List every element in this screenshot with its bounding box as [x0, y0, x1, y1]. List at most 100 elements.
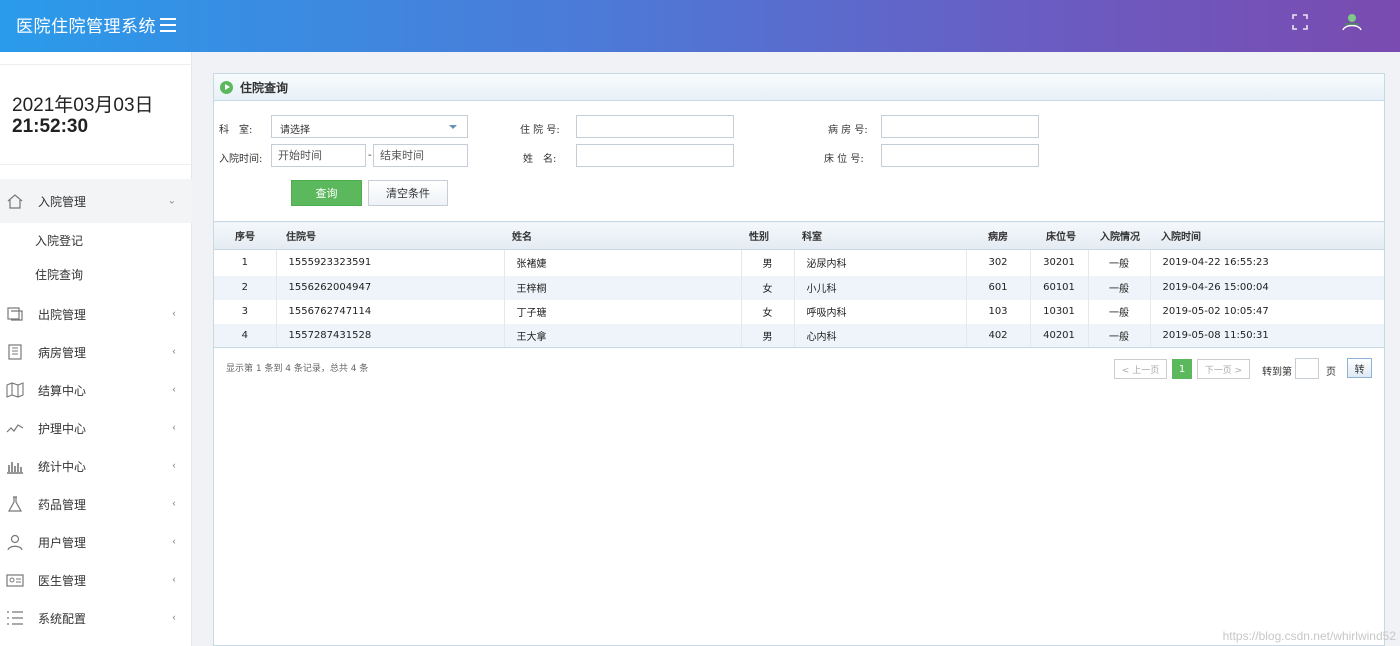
cell-condition: 一般	[1088, 299, 1151, 324]
cell-inpatient-no: 1555923323591	[276, 249, 505, 276]
cell-gender: 男	[741, 323, 795, 348]
end-time-input[interactable]	[373, 144, 468, 167]
cell-admit-time: 2019-05-08 11:50:31	[1150, 323, 1384, 348]
cell-bed: 40201	[1030, 323, 1089, 348]
sidebar-item-label: 药品管理	[38, 497, 87, 512]
sidebar-subitem-inpatient-query[interactable]: 住院查询	[0, 257, 192, 291]
fullscreen-icon[interactable]	[1292, 14, 1308, 30]
cell-inpatient-no: 1556762747114	[276, 299, 505, 324]
name-label: 姓 名:	[523, 154, 557, 165]
column-header[interactable]: 病房	[966, 221, 1030, 250]
menu-toggle-icon[interactable]	[160, 18, 176, 32]
cell-bed: 60101	[1030, 275, 1089, 300]
column-header[interactable]: 姓名	[504, 221, 741, 250]
chevron-left-icon: ‹	[172, 536, 176, 548]
cell-dept: 小儿科	[794, 275, 967, 300]
table-header-row: 序号 住院号 姓名 性别 科室 病房 床位号 入院情况 入院时间	[214, 221, 1384, 250]
column-header[interactable]: 科室	[794, 221, 966, 250]
dept-select[interactable]: 请选择	[271, 115, 468, 138]
sidebar-item-drugs[interactable]: 药品管理 ‹	[0, 485, 192, 523]
sidebar-item-doctors[interactable]: 医生管理 ‹	[0, 561, 192, 599]
sidebar-item-nursing[interactable]: 护理中心 ‹	[0, 409, 192, 447]
ward-no-input[interactable]	[881, 115, 1039, 138]
dept-select-value: 请选择	[280, 125, 310, 136]
page-unit-label: 页	[1326, 367, 1336, 378]
goto-label: 转到第	[1262, 367, 1292, 378]
cell-admit-time: 2019-04-26 15:00:04	[1150, 275, 1384, 300]
cell-gender: 女	[741, 275, 795, 300]
cell-gender: 男	[741, 249, 795, 276]
sidebar-item-ward[interactable]: 病房管理 ‹	[0, 333, 192, 371]
inpatient-no-input[interactable]	[576, 115, 734, 138]
pager-info: 显示第 1 条到 4 条记录，总共 4 条	[226, 364, 369, 374]
sidebar-item-system-config[interactable]: 系统配置 ‹	[0, 599, 192, 637]
goto-page-input[interactable]	[1295, 358, 1319, 379]
current-page-button[interactable]: 1	[1172, 359, 1192, 379]
home-icon	[7, 194, 23, 209]
column-header[interactable]: 入院时间	[1150, 221, 1384, 250]
panel-title: 住院查询	[240, 80, 289, 95]
cell-condition: 一般	[1088, 275, 1151, 300]
sidebar-item-label: 医生管理	[38, 573, 87, 588]
results-table: 序号 住院号 姓名 性别 科室 病房 床位号 入院情况 入院时间 1 15559…	[214, 221, 1384, 348]
ward-no-label: 病 房 号:	[828, 125, 868, 136]
map-icon	[6, 382, 24, 398]
table-row[interactable]: 1 1555923323591 张褚婕 男 泌尿内科 302 30201 一般 …	[214, 249, 1384, 276]
cell-name: 张褚婕	[504, 249, 742, 276]
cell-index: 4	[214, 323, 277, 348]
cell-index: 2	[214, 275, 277, 300]
user-avatar-icon[interactable]	[1340, 10, 1364, 34]
sidebar-item-admission[interactable]: 入院管理 ⌄	[0, 179, 192, 223]
table-row[interactable]: 2 1556262004947 王梓桐 女 小儿科 601 60101 一般 2…	[214, 275, 1384, 300]
sidebar-item-label: 病房管理	[38, 345, 87, 360]
clear-conditions-button[interactable]: 清空条件	[368, 180, 448, 206]
chevron-left-icon: ‹	[172, 422, 176, 434]
cell-bed: 10301	[1030, 299, 1089, 324]
sidebar-subitem-admission-register[interactable]: 入院登记	[0, 223, 192, 257]
inpatient-query-panel: 住院查询 科 室: 请选择 入院时间: - 住 院 号: 姓 名: 病 房 号:…	[213, 73, 1385, 646]
sidebar-item-label: 统计中心	[38, 459, 87, 474]
bar-chart-icon	[7, 462, 23, 474]
list-icon	[7, 611, 23, 625]
cell-index: 1	[214, 249, 277, 276]
building-icon	[8, 344, 22, 360]
sidebar-item-label: 系统配置	[38, 611, 87, 626]
chevron-left-icon: ‹	[172, 574, 176, 586]
exit-icon	[7, 307, 23, 321]
query-button[interactable]: 查询	[291, 180, 362, 206]
chevron-left-icon: ‹	[172, 460, 176, 472]
table-row[interactable]: 3 1556762747114 丁子瑭 女 呼吸内科 103 10301 一般 …	[214, 299, 1384, 324]
sidebar: 2021年03月03日 21:52:30 入院管理 ⌄ 入院登记 住院查询 出院…	[0, 52, 192, 646]
watermark-text: https://blog.csdn.net/whirlwind52	[1222, 629, 1396, 643]
name-input[interactable]	[576, 144, 734, 167]
admit-time-label: 入院时间:	[219, 154, 263, 165]
cell-ward: 402	[966, 323, 1031, 348]
next-page-button[interactable]: 下一页 >	[1197, 359, 1250, 379]
bed-no-input[interactable]	[881, 144, 1039, 167]
goto-button[interactable]: 转	[1347, 358, 1372, 378]
sidebar-menu: 入院管理 ⌄ 入院登记 住院查询 出院管理 ‹ 病房管理 ‹ 结算中心 ‹ 护理…	[0, 179, 192, 637]
play-icon	[220, 80, 233, 94]
user-icon	[7, 534, 23, 551]
cell-ward: 601	[966, 275, 1031, 300]
app-title: 医院住院管理系统	[16, 17, 156, 37]
column-header[interactable]: 床位号	[1030, 221, 1088, 250]
sidebar-item-discharge[interactable]: 出院管理 ‹	[0, 295, 192, 333]
chevron-down-icon: ⌄	[167, 195, 176, 207]
table-row[interactable]: 4 1557287431528 王大拿 男 心内科 402 40201 一般 2…	[214, 323, 1384, 348]
date-range-dash: -	[368, 150, 372, 161]
column-header[interactable]: 入院情况	[1088, 221, 1150, 250]
sidebar-item-label: 入院管理	[38, 194, 87, 209]
sidebar-item-statistics[interactable]: 统计中心 ‹	[0, 447, 192, 485]
start-time-input[interactable]	[271, 144, 366, 167]
chevron-left-icon: ‹	[172, 498, 176, 510]
cell-admit-time: 2019-05-02 10:05:47	[1162, 306, 1269, 317]
prev-page-button[interactable]: < 上一页	[1114, 359, 1167, 379]
sidebar-item-users[interactable]: 用户管理 ‹	[0, 523, 192, 561]
cell-dept: 呼吸内科	[794, 299, 967, 324]
inpatient-no-label: 住 院 号:	[520, 125, 560, 136]
column-header[interactable]: 住院号	[276, 221, 504, 250]
column-header[interactable]: 性别	[741, 221, 794, 250]
sidebar-item-settlement[interactable]: 结算中心 ‹	[0, 371, 192, 409]
column-header[interactable]: 序号	[214, 221, 276, 250]
